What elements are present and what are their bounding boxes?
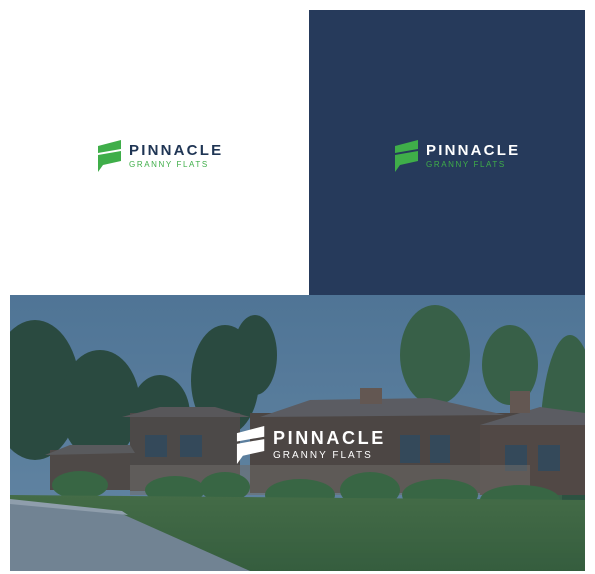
brand-subtitle: GRANNY FLATS [426, 160, 506, 169]
brand-title: PINNACLE [129, 142, 224, 159]
flag-logo-icon [395, 140, 418, 172]
flag-logo-icon [98, 140, 121, 172]
brand-title: PINNACLE [273, 428, 386, 448]
brand-subtitle: GRANNY FLATS [129, 160, 209, 169]
flag-logo-icon [236, 426, 265, 464]
brand-title: PINNACLE [426, 142, 521, 159]
brand-logo: PINNACLE GRANNY FLATS [96, 140, 223, 172]
house-photo-panel: PINNACLE GRANNY FLATS [10, 295, 585, 571]
brand-logo: PINNACLE GRANNY FLATS [393, 140, 520, 172]
logo-panel-navy: PINNACLE GRANNY FLATS [309, 10, 585, 295]
brand-subtitle: GRANNY FLATS [273, 450, 373, 461]
logo-panel-white: PINNACLE GRANNY FLATS [10, 10, 309, 295]
brand-logo: PINNACLE GRANNY FLATS [234, 426, 386, 464]
